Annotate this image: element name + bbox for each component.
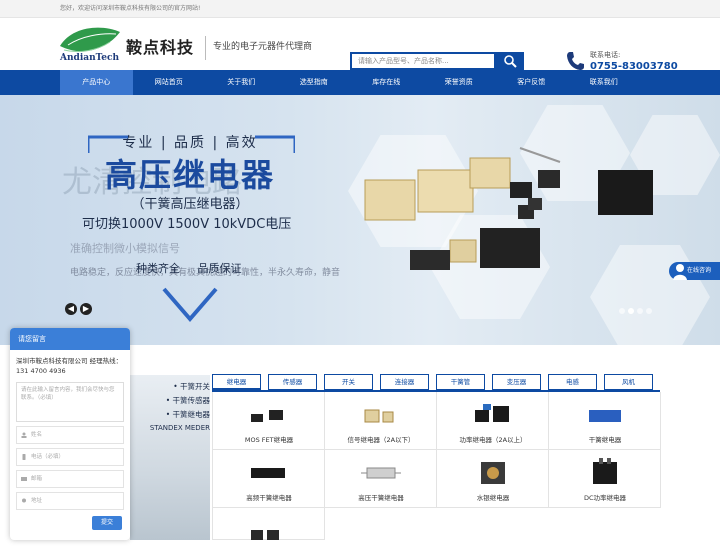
tab-relay[interactable]: 继电器: [212, 374, 261, 390]
nav-item-feedback[interactable]: 客户反馈: [495, 70, 568, 95]
banner-spec: 可切换1000V 1500V 10kVDC电压: [82, 217, 292, 232]
product-card[interactable]: 功率继电器（2A以上）: [437, 392, 549, 450]
message-textarea[interactable]: 请在此输入留言内容，我们会尽快与您联系。（必填）: [16, 382, 124, 422]
product-image: [251, 410, 283, 422]
side-brand-name: STANDEX MEDER: [149, 424, 210, 432]
submit-button[interactable]: 提交: [92, 516, 122, 530]
banner-bracket-left: [88, 135, 128, 153]
user-icon: [21, 432, 27, 438]
product-image: [251, 530, 279, 540]
name-field[interactable]: 姓名: [16, 426, 124, 444]
side-item-reed-switch[interactable]: • 干簧开关: [140, 380, 210, 394]
brand-name: 鞍点科技: [126, 38, 195, 57]
main-nav: 产品中心 网站首页 关于我们 选型指南 库存在线 荣誉资质 客户反馈 联系我们: [0, 70, 720, 95]
mail-icon: [21, 477, 27, 481]
product-image: [593, 458, 617, 484]
phone-icon: [567, 52, 584, 70]
banner-subtitle: （干簧高压继电器）: [131, 197, 249, 212]
phone-field[interactable]: 电话（必填）: [16, 448, 124, 466]
location-icon: [22, 498, 26, 503]
nav-item-home[interactable]: 网站首页: [133, 70, 206, 95]
header-divider: [205, 36, 206, 60]
banner-prev-button[interactable]: ◀: [65, 303, 77, 315]
product-name: MOS FET继电器: [244, 436, 294, 444]
product-name: 高压干簧继电器: [358, 494, 404, 502]
banner-tag-variety: 种类齐全: [136, 262, 180, 275]
email-field-placeholder: 邮箱: [31, 476, 43, 482]
address-field[interactable]: 地址: [16, 492, 124, 510]
phone-label: 联系电话:: [590, 51, 621, 59]
search-input[interactable]: 请输入产品型号、产品名称...: [350, 52, 496, 70]
category-side-list: • 干簧开关 • 干簧传感器 • 干簧继电器: [140, 380, 210, 422]
banner-bracket-right: [255, 135, 295, 153]
search-icon: [504, 55, 517, 68]
slogan: 专业的电子元器件代理商: [213, 42, 313, 52]
email-field[interactable]: 邮箱: [16, 470, 124, 488]
tab-sensor[interactable]: 传感器: [268, 374, 317, 390]
product-card[interactable]: 高频干簧继电器: [213, 450, 325, 508]
product-name: 信号继电器（2A以下）: [347, 436, 415, 444]
banner-ghost-subtext: 准确控制微小模拟信号: [70, 242, 180, 255]
tab-reed-tube[interactable]: 干簧管: [436, 374, 485, 390]
product-image: [364, 409, 394, 423]
hero-banner[interactable]: 尤清控制电路 专业 | 品质 | 高效 高压继电器 （干簧高压继电器） 可切换1…: [0, 95, 720, 345]
phone-field-placeholder: 电话（必填）: [31, 454, 65, 460]
product-card[interactable]: 高压干簧继电器: [325, 450, 437, 508]
message-company-info: 深圳市鞍点科技有限公司 经理热线：131 4700 4936: [16, 357, 123, 375]
product-image: [481, 462, 505, 484]
search-button[interactable]: [496, 52, 524, 70]
address-field-placeholder: 地址: [31, 498, 43, 504]
message-widget: 请您留言 深圳市鞍点科技有限公司 经理热线：131 4700 4936 请在此输…: [10, 328, 130, 540]
tab-switch[interactable]: 开关: [324, 374, 373, 390]
product-card[interactable]: [213, 508, 325, 540]
product-image: [589, 410, 621, 422]
banner-dot[interactable]: [619, 308, 625, 314]
nav-item-contact[interactable]: 联系我们: [568, 70, 641, 95]
nav-item-honors[interactable]: 荣誉资质: [423, 70, 496, 95]
product-name: 干簧继电器: [588, 436, 622, 444]
product-image: [475, 404, 509, 422]
tab-inductor[interactable]: 电感: [548, 374, 597, 390]
product-card[interactable]: MOS FET继电器: [213, 392, 325, 450]
product-card[interactable]: 干簧继电器: [549, 392, 661, 450]
tab-transformer[interactable]: 变压器: [492, 374, 541, 390]
product-card[interactable]: 信号继电器（2A以下）: [325, 392, 437, 450]
banner-tags: 种类齐全 品质保证: [130, 260, 250, 278]
banner-dot[interactable]: [646, 308, 652, 314]
product-name: 高频干簧继电器: [246, 494, 292, 502]
banner-product-image: [364, 147, 653, 270]
product-name: 水银继电器: [476, 494, 510, 502]
phone-small-icon: [22, 454, 26, 460]
logo-text: AndianTech: [60, 53, 120, 63]
agent-avatar-icon: [673, 264, 687, 280]
side-item-reed-relay[interactable]: • 干簧继电器: [140, 408, 210, 422]
name-field-placeholder: 姓名: [31, 432, 43, 438]
tab-connector[interactable]: 连接器: [380, 374, 429, 390]
product-name: DC功率继电器: [583, 494, 627, 502]
product-grid: MOS FET继电器 信号继电器（2A以下） 功率继电器（2A以上） 干簧继电器…: [212, 392, 661, 540]
banner-chevron: [162, 287, 218, 323]
welcome-bar: 您好，欢迎访问深圳市鞍点科技有限公司的官方网站!: [0, 0, 720, 18]
nav-item-selection-guide[interactable]: 选型指南: [278, 70, 351, 95]
nav-item-about[interactable]: 关于我们: [205, 70, 278, 95]
nav-item-products[interactable]: 产品中心: [60, 70, 133, 95]
banner-dot-active[interactable]: [628, 308, 634, 314]
product-name: 功率继电器（2A以上）: [459, 436, 527, 444]
nav-item-stock[interactable]: 库存在线: [350, 70, 423, 95]
banner-title: 高压继电器: [104, 156, 275, 194]
site-header: AndianTech 鞍点科技 专业的电子元器件代理商 请输入产品型号、产品名称…: [0, 18, 720, 72]
product-card[interactable]: DC功率继电器: [549, 450, 661, 508]
side-item-reed-sensor[interactable]: • 干簧传感器: [140, 394, 210, 408]
banner-dot[interactable]: [637, 308, 643, 314]
banner-next-button[interactable]: ▶: [80, 303, 92, 315]
product-image: [361, 467, 401, 479]
banner-tag-quality: 品质保证: [197, 262, 242, 275]
product-card[interactable]: 水银继电器: [437, 450, 549, 508]
product-image: [251, 468, 285, 478]
message-widget-header[interactable]: 请您留言: [10, 328, 130, 350]
banner-tagline: 专业 | 品质 | 高效: [122, 135, 258, 151]
tab-fan[interactable]: 风机: [604, 374, 653, 390]
